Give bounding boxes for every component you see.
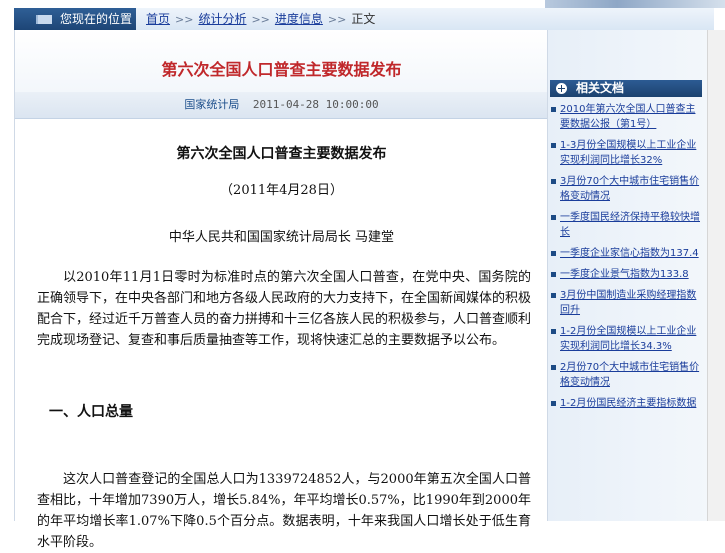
breadcrumb-home-link[interactable]: 首页 xyxy=(146,12,170,26)
article-paragraph-intro: 以2010年11月1日零时为标准时点的第六次全国人口普查，在党中央、国务院的正确… xyxy=(37,270,532,348)
related-docs-title: 相关文档 xyxy=(576,81,625,95)
square-bullet-icon xyxy=(551,215,556,220)
plus-circle-icon xyxy=(556,83,567,94)
article-author: 中华人民共和国国家统计局局长 马建堂 xyxy=(168,230,395,245)
breadcrumb-analysis-link[interactable]: 统计分析 xyxy=(198,12,246,26)
breadcrumb-separator: >> xyxy=(175,13,194,26)
article-source: 国家统计局 xyxy=(184,98,240,111)
related-doc-link[interactable]: 3月份70个大中城市住宅销售价格变动情况 xyxy=(560,176,699,202)
square-bullet-icon xyxy=(551,107,556,112)
article-date: （2011年4月28日） xyxy=(220,183,343,198)
breadcrumb-separator: >> xyxy=(327,13,347,26)
square-bullet-icon xyxy=(551,329,556,334)
list-item: 2月份70个大中城市住宅销售价格变动情况 xyxy=(550,360,705,390)
section-heading-population-total: 一、人口总量 xyxy=(49,404,133,420)
related-doc-link[interactable]: 2月份70个大中城市住宅销售价格变动情况 xyxy=(560,362,699,388)
square-bullet-icon xyxy=(551,179,556,184)
list-item: 1-2月份全国规模以上工业企业实现利润同比增长34.3% xyxy=(550,324,705,354)
related-doc-link[interactable]: 一季度企业景气指数为133.8 xyxy=(560,269,689,280)
square-bullet-icon xyxy=(551,143,556,148)
breadcrumb-progress-link[interactable]: 进度信息 xyxy=(275,12,323,26)
related-doc-link[interactable]: 1-2月份全国规模以上工业企业实现利润同比增长34.3% xyxy=(560,326,696,352)
location-label-text: 您现在的位置 xyxy=(60,12,133,26)
square-bullet-icon xyxy=(551,251,556,256)
related-docs-sidebar: 相关文档 2010年第六次全国人口普查主要数据公报（第1号） 1-3月份全国规模… xyxy=(547,30,708,521)
title-box: 第六次全国人口普查主要数据发布 xyxy=(15,30,548,93)
article-panel: 第六次全国人口普查主要数据发布 国家统计局 2011-04-28 10:00:0… xyxy=(14,30,548,550)
square-bullet-icon xyxy=(551,272,556,277)
top-banner-image xyxy=(545,0,725,8)
list-item: 3月份中国制造业采购经理指数回升 xyxy=(550,288,705,318)
article-title: 第六次全国人口普查主要数据发布 xyxy=(176,146,387,162)
page-title: 第六次全国人口普查主要数据发布 xyxy=(161,60,402,79)
list-item: 3月份70个大中城市住宅销售价格变动情况 xyxy=(550,174,705,204)
article-publish-time: 2011-04-28 10:00:00 xyxy=(252,98,379,111)
breadcrumb-separator: >> xyxy=(251,13,270,26)
square-bullet-icon xyxy=(551,293,556,298)
list-item: 2010年第六次全国人口普查主要数据公报（第1号） xyxy=(550,102,705,132)
related-doc-link[interactable]: 一季度企业家信心指数为137.4 xyxy=(560,248,699,259)
related-doc-link[interactable]: 2010年第六次全国人口普查主要数据公报（第1号） xyxy=(560,104,695,130)
page-scrollbar[interactable] xyxy=(707,30,725,521)
related-doc-link[interactable]: 一季度国民经济保持平稳较快增长 xyxy=(560,212,700,238)
breadcrumb: 您现在的位置 首页 >> 统计分析 >> 进度信息 >> 正文 xyxy=(14,8,714,31)
breadcrumb-current: 正文 xyxy=(351,12,376,26)
square-bullet-icon xyxy=(551,401,556,406)
article-paragraph-population: 这次人口普查登记的全国总人口为1339724852人，与2000年第五次全国人口… xyxy=(37,472,531,550)
related-doc-link[interactable]: 3月份中国制造业采购经理指数回升 xyxy=(560,290,696,316)
square-bullet-icon xyxy=(551,365,556,370)
list-item: 一季度企业景气指数为133.8 xyxy=(550,267,705,282)
related-doc-link[interactable]: 1-3月份全国规模以上工业企业实现利润同比增长32% xyxy=(560,140,696,166)
list-item: 一季度国民经济保持平稳较快增长 xyxy=(550,210,705,240)
article-meta: 国家统计局 2011-04-28 10:00:00 xyxy=(15,92,548,119)
list-item: 1-3月份全国规模以上工业企业实现利润同比增长32% xyxy=(550,138,705,168)
related-docs-header: 相关文档 xyxy=(550,80,702,97)
breadcrumb-path: 首页 >> 统计分析 >> 进度信息 >> 正文 xyxy=(146,8,375,31)
related-doc-link[interactable]: 1-2月份国民经济主要指标数据 xyxy=(560,398,696,409)
list-item: 1-2月份国民经济主要指标数据 xyxy=(550,396,705,411)
location-label: 您现在的位置 xyxy=(14,8,136,30)
list-item: 一季度企业家信心指数为137.4 xyxy=(550,246,705,261)
related-docs-list: 2010年第六次全国人口普查主要数据公报（第1号） 1-3月份全国规模以上工业企… xyxy=(550,102,705,417)
location-flag-icon xyxy=(36,15,52,24)
